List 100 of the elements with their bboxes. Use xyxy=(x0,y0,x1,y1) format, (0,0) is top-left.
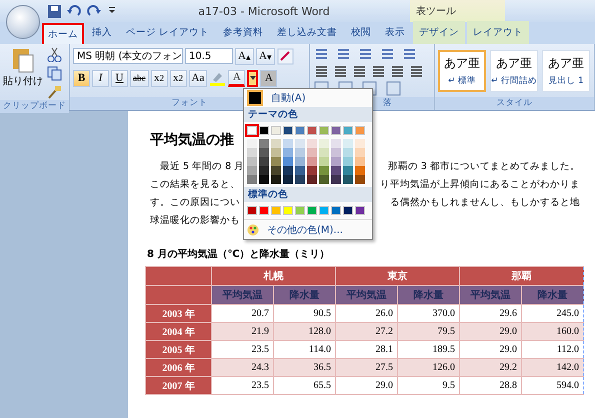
color-swatch[interactable] xyxy=(355,148,365,157)
color-swatch[interactable] xyxy=(307,166,317,175)
color-swatch[interactable] xyxy=(355,126,365,135)
color-swatch[interactable] xyxy=(283,126,293,135)
color-swatch[interactable] xyxy=(247,175,257,184)
color-swatch[interactable] xyxy=(283,166,293,175)
color-swatch[interactable] xyxy=(307,139,317,148)
ribbon-tab[interactable]: 校閲 xyxy=(345,21,378,44)
color-swatch[interactable] xyxy=(319,166,329,175)
color-swatch[interactable] xyxy=(247,206,257,215)
color-swatch[interactable] xyxy=(271,139,281,148)
color-swatch[interactable] xyxy=(319,157,329,166)
color-swatch[interactable] xyxy=(307,206,317,215)
copy-icon[interactable] xyxy=(46,65,63,81)
color-swatch[interactable] xyxy=(295,175,305,184)
ribbon-tab[interactable]: 参考資料 xyxy=(217,21,270,44)
color-swatch[interactable] xyxy=(259,206,269,215)
color-swatch[interactable] xyxy=(295,148,305,157)
color-swatch[interactable] xyxy=(295,206,305,215)
color-swatch[interactable] xyxy=(331,139,341,148)
font-color-button[interactable]: A xyxy=(228,70,246,86)
format-button[interactable]: Aa xyxy=(188,70,208,86)
color-swatch[interactable] xyxy=(343,139,353,148)
style-tile[interactable]: あア亜 見出し 1 xyxy=(542,50,590,92)
color-swatch[interactable] xyxy=(259,126,269,135)
save-icon[interactable] xyxy=(46,3,62,19)
color-swatch[interactable] xyxy=(283,139,293,148)
color-swatch[interactable] xyxy=(319,126,329,135)
color-swatch[interactable] xyxy=(259,139,269,148)
color-swatch[interactable] xyxy=(259,157,269,166)
color-swatch[interactable] xyxy=(331,148,341,157)
color-swatch[interactable] xyxy=(331,206,341,215)
font-name-field[interactable]: MS 明朝 (本文のフォン xyxy=(73,48,183,64)
color-swatch[interactable] xyxy=(307,157,317,166)
ribbon-tab[interactable]: 挿入 xyxy=(86,21,118,44)
scissors-icon[interactable] xyxy=(46,46,63,62)
color-swatch[interactable] xyxy=(355,157,365,166)
color-swatch[interactable] xyxy=(343,148,353,157)
color-swatch[interactable] xyxy=(331,175,341,184)
format-button[interactable]: I xyxy=(92,70,109,86)
color-swatch[interactable] xyxy=(247,157,257,166)
color-swatch[interactable] xyxy=(283,175,293,184)
ribbon-tab[interactable]: ホーム xyxy=(42,23,84,44)
color-swatch[interactable] xyxy=(259,166,269,175)
color-swatch[interactable] xyxy=(295,157,305,166)
color-swatch[interactable] xyxy=(247,126,257,135)
format-button[interactable]: abc xyxy=(130,70,148,86)
color-swatch[interactable] xyxy=(319,148,329,157)
color-swatch[interactable] xyxy=(283,148,293,157)
color-swatch[interactable] xyxy=(307,148,317,157)
color-swatch[interactable] xyxy=(343,157,353,166)
color-swatch[interactable] xyxy=(247,148,257,157)
format-button[interactable]: U xyxy=(111,70,128,86)
color-swatch[interactable] xyxy=(247,166,257,175)
clear-format-icon[interactable] xyxy=(276,48,294,64)
character-shading-button[interactable]: A xyxy=(260,70,278,86)
color-swatch[interactable] xyxy=(271,166,281,175)
color-swatch[interactable] xyxy=(271,126,281,135)
color-swatch[interactable] xyxy=(319,175,329,184)
color-swatch[interactable] xyxy=(319,139,329,148)
color-swatch[interactable] xyxy=(343,166,353,175)
color-swatch[interactable] xyxy=(355,206,365,215)
color-swatch[interactable] xyxy=(271,175,281,184)
table-header: 那覇 xyxy=(460,266,584,286)
brush-icon[interactable] xyxy=(46,84,63,100)
color-swatch[interactable] xyxy=(259,148,269,157)
color-swatch[interactable] xyxy=(355,139,365,148)
ribbon-tab[interactable]: 表示 xyxy=(379,21,412,44)
paste-button[interactable]: 貼り付け xyxy=(3,46,43,100)
color-swatch[interactable] xyxy=(295,126,305,135)
color-swatch[interactable] xyxy=(247,139,257,148)
color-swatch[interactable] xyxy=(283,206,293,215)
color-swatch[interactable] xyxy=(283,157,293,166)
color-swatch[interactable] xyxy=(319,206,329,215)
ribbon-tab[interactable]: ページ レイアウト xyxy=(120,21,216,44)
color-swatch[interactable] xyxy=(307,175,317,184)
color-swatch[interactable] xyxy=(271,157,281,166)
color-swatch[interactable] xyxy=(295,139,305,148)
color-swatch[interactable] xyxy=(331,157,341,166)
more-colors-item[interactable]: その他の色(M)... xyxy=(244,219,372,239)
color-swatch[interactable] xyxy=(343,206,353,215)
color-swatch[interactable] xyxy=(331,126,341,135)
color-swatch[interactable] xyxy=(259,175,269,184)
ribbon-tab[interactable]: 差し込み文書 xyxy=(271,21,344,44)
color-swatch[interactable] xyxy=(271,148,281,157)
color-swatch[interactable] xyxy=(343,126,353,135)
ribbon-tab[interactable]: デザイン xyxy=(413,21,466,44)
color-swatch[interactable] xyxy=(271,206,281,215)
style-tile[interactable]: あア亜 ↵ 行間詰め xyxy=(490,50,538,92)
color-swatch[interactable] xyxy=(307,126,317,135)
color-swatch[interactable] xyxy=(355,175,365,184)
style-tile[interactable]: あア亜 ↵ 標準 xyxy=(438,50,486,92)
color-swatch[interactable] xyxy=(343,175,353,184)
font-size-field[interactable]: 10.5 xyxy=(185,48,233,64)
color-swatch[interactable] xyxy=(295,166,305,175)
font-color-dropdown[interactable] xyxy=(247,70,258,86)
color-swatch[interactable] xyxy=(355,166,365,175)
color-swatch[interactable] xyxy=(331,166,341,175)
ribbon-tab[interactable]: レイアウト xyxy=(467,21,530,44)
format-button[interactable]: B xyxy=(73,70,90,86)
